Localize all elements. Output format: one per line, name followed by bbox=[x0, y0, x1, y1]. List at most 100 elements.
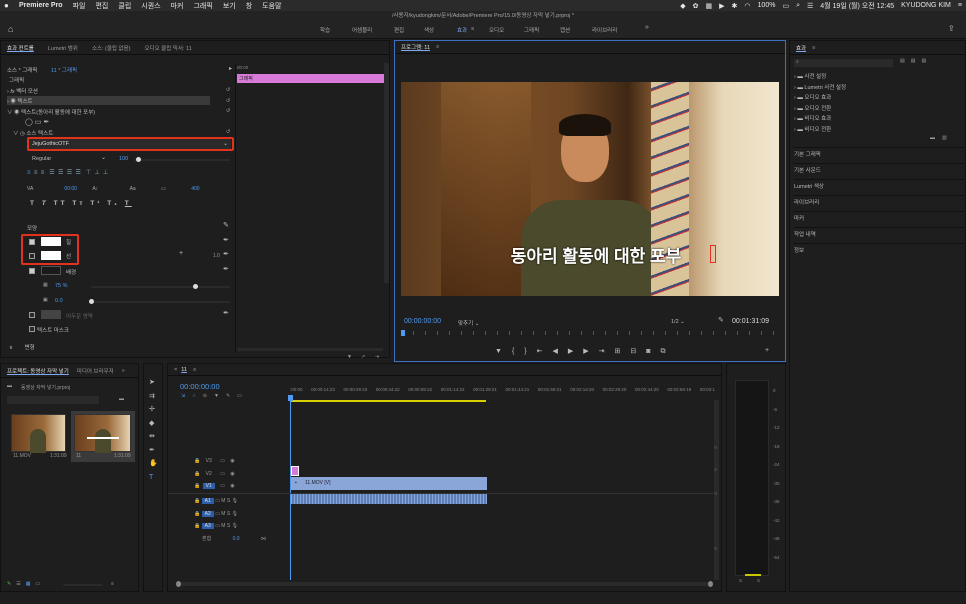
mark-out-icon[interactable]: } bbox=[524, 348, 536, 355]
font-size-slider-handle[interactable] bbox=[136, 157, 141, 162]
middle-align-icon[interactable]: ⊥ bbox=[94, 170, 99, 176]
add-marker-icon[interactable]: ▼ bbox=[495, 348, 512, 355]
menu-graphics[interactable]: 그래픽 bbox=[193, 1, 212, 11]
folder-presets[interactable]: › ▬ 사전 설정 bbox=[794, 72, 846, 83]
settings-wrench-icon[interactable]: ✎ bbox=[718, 316, 724, 324]
size-slider[interactable] bbox=[91, 301, 230, 303]
track-v2[interactable]: 🔒 V2 ▭ ◉ bbox=[194, 468, 289, 481]
mic-icon[interactable]: 🎙 bbox=[232, 498, 238, 504]
icon-view-icon[interactable]: ▦ bbox=[26, 581, 36, 587]
section-essential-sound[interactable]: 기본 사운드 bbox=[794, 163, 964, 179]
pencil-icon[interactable]: ✎ bbox=[7, 581, 16, 587]
small-caps-icon[interactable]: Tᴛ bbox=[72, 200, 85, 207]
notification-icon[interactable]: ≡ bbox=[958, 2, 962, 9]
reset-icon[interactable]: ↺ bbox=[226, 96, 230, 107]
section-essential-graphics[interactable]: 기본 그래픽 bbox=[794, 147, 964, 163]
tab-effect-controls[interactable]: 효과 컨트롤 bbox=[7, 44, 34, 52]
program-playhead[interactable] bbox=[401, 330, 405, 336]
slip-tool-icon[interactable]: ⇹ bbox=[149, 430, 158, 444]
eyedropper-stroke-icon[interactable]: ✒ bbox=[223, 250, 229, 258]
all-caps-icon[interactable]: TT bbox=[54, 200, 68, 207]
track-a1[interactable]: 🔒 A1 ▭ M S 🎙 bbox=[194, 495, 289, 508]
section-lumetri-color[interactable]: Lumetri 색상 bbox=[794, 179, 964, 195]
workspace-effects[interactable]: 효과 bbox=[457, 26, 467, 34]
share-icon[interactable]: ⇪ bbox=[948, 24, 955, 33]
mute-button[interactable]: M bbox=[221, 498, 225, 504]
play-button-icon[interactable]: ▶ bbox=[568, 348, 583, 355]
stroke-checkbox[interactable] bbox=[29, 253, 35, 259]
freeform-view-icon[interactable]: ▭ bbox=[35, 581, 45, 587]
timeline-menu-icon[interactable]: ≡ bbox=[193, 367, 196, 373]
text-bounding-box[interactable] bbox=[710, 245, 716, 263]
menu-help[interactable]: 도움말 bbox=[262, 1, 281, 11]
tab-project[interactable]: 프로젝트: 동영상 자막 넣기 bbox=[7, 367, 69, 375]
folder-audio-transitions[interactable]: › ▬ 오디오 전환 bbox=[794, 104, 846, 115]
lift-icon[interactable]: ⊞ bbox=[615, 348, 631, 355]
background-checkbox[interactable] bbox=[29, 268, 35, 274]
video-frame[interactable]: 동아리 활동에 대한 포부 bbox=[401, 82, 779, 296]
battery-icon[interactable]: ▭ bbox=[782, 2, 789, 10]
stroke-color-swatch[interactable] bbox=[41, 251, 61, 260]
tab-media-browser[interactable]: 미디어 브라우저 bbox=[77, 367, 114, 375]
export-frame-icon[interactable]: ◙ bbox=[646, 348, 660, 355]
ellipse-mask-icon[interactable]: ◯ bbox=[25, 119, 33, 126]
grid-icon[interactable]: ▦ bbox=[706, 2, 713, 10]
section-info[interactable]: 정보 bbox=[794, 243, 964, 259]
justify-all-icon[interactable]: ☰ bbox=[75, 170, 80, 176]
mix-value[interactable]: 0.0 bbox=[233, 536, 240, 542]
add-marker-icon[interactable]: ▼ bbox=[214, 393, 226, 399]
graphic-clip-v2[interactable] bbox=[291, 466, 299, 476]
fit-dropdown[interactable]: 맞추기 ⌄ bbox=[458, 319, 479, 327]
tab-program[interactable]: 프로그램: 11 bbox=[401, 43, 430, 51]
shadow-checkbox[interactable] bbox=[29, 312, 35, 318]
source-text-row[interactable]: ∨ ◷ 소스 텍스트 bbox=[13, 129, 53, 137]
linked-selection-icon[interactable]: ⊝ bbox=[203, 393, 214, 399]
section-history[interactable]: 작업 내역 bbox=[794, 227, 964, 243]
play-icon[interactable]: ▶ bbox=[719, 2, 724, 10]
underline-icon[interactable]: T bbox=[125, 200, 132, 207]
ec-filter-icon[interactable]: ▼ bbox=[347, 354, 352, 360]
source-label[interactable]: 소스 * 그래픽 bbox=[7, 66, 38, 74]
clip-thumbnail-1[interactable] bbox=[11, 414, 66, 453]
sync-lock-icon[interactable]: ▭ bbox=[220, 458, 225, 464]
audio-clip-a1[interactable] bbox=[291, 494, 487, 504]
mute-button[interactable]: M bbox=[221, 511, 225, 517]
align-center-icon[interactable]: ≡ bbox=[34, 170, 38, 176]
text-mask-checkbox[interactable] bbox=[29, 326, 35, 332]
close-icon[interactable]: × bbox=[174, 367, 177, 373]
subscript-icon[interactable]: T₁ bbox=[107, 200, 120, 207]
yuv-effects-icon[interactable]: ▤ bbox=[921, 58, 932, 64]
play-triangle-icon[interactable]: ▸ bbox=[229, 65, 232, 72]
tab-source[interactable]: 소스: (클립 없음) bbox=[92, 44, 131, 52]
meter-solo-left[interactable]: S bbox=[739, 578, 742, 583]
new-bin-icon[interactable]: ▬ bbox=[930, 135, 935, 141]
step-back-icon[interactable]: ◀ bbox=[553, 348, 568, 355]
kerning-icon[interactable]: VA bbox=[27, 186, 33, 192]
project-search-input[interactable] bbox=[7, 396, 99, 404]
justify-center-icon[interactable]: ☰ bbox=[58, 170, 63, 176]
transform-row[interactable]: ∨ 변형 bbox=[9, 343, 35, 351]
dropbox-icon[interactable]: ◆ bbox=[680, 2, 685, 10]
bottom-align-icon[interactable]: ⊥ bbox=[103, 170, 108, 176]
workspace-assembly[interactable]: 어셈블리 bbox=[352, 26, 372, 34]
font-style-dropdown[interactable]: Regular bbox=[32, 156, 51, 162]
sync-lock-icon[interactable]: ▭ bbox=[220, 471, 225, 477]
reset-icon[interactable]: ↺ bbox=[226, 85, 230, 96]
menu-clip[interactable]: 클립 bbox=[118, 1, 131, 11]
track-v3[interactable]: 🔒 V3 ▭ ◉ bbox=[194, 455, 289, 468]
text-detail-row[interactable]: ∨ ◉ 텍스트(동아리 활동에 대한 포부) bbox=[7, 108, 95, 116]
opacity-slider-handle[interactable] bbox=[193, 284, 198, 289]
workspace-graphics[interactable]: 그래픽 bbox=[524, 26, 539, 34]
effects-search-input[interactable]: ⌕ bbox=[794, 59, 893, 67]
faux-italic-icon[interactable]: T bbox=[42, 200, 49, 207]
snap-icon[interactable]: ∩ bbox=[192, 393, 203, 399]
step-forward-icon[interactable]: ▶ bbox=[583, 348, 598, 355]
home-icon[interactable]: ⌂ bbox=[8, 24, 13, 34]
h-scroll-left-handle[interactable] bbox=[176, 581, 181, 587]
meter-solo-right[interactable]: S bbox=[757, 578, 760, 583]
program-ruler[interactable] bbox=[401, 331, 779, 335]
mic-icon[interactable]: 🎙 bbox=[232, 523, 238, 529]
video-clip-v1[interactable]: ▪ 11.MOV [V] bbox=[291, 477, 487, 490]
superscript-icon[interactable]: T¹ bbox=[90, 200, 102, 207]
ec-scrollbar[interactable] bbox=[384, 63, 389, 283]
